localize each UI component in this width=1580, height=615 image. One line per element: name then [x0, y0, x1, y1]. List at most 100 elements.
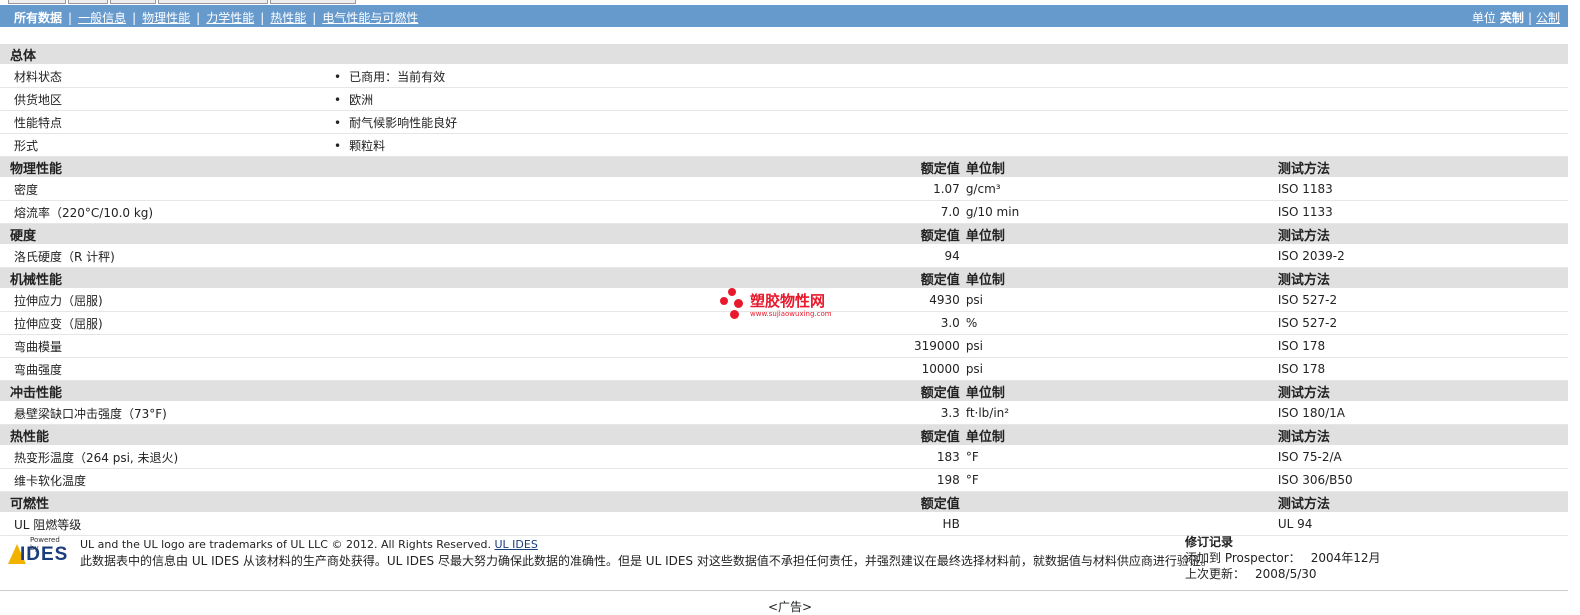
legal-notice: UL and the UL logo are trademarks of UL … [80, 538, 538, 551]
table-row: 弯曲模量 319000 psi ISO 178 [0, 334, 1568, 358]
col-header-unit: 单位制 [965, 380, 1278, 402]
section-header: 总体 [0, 44, 1568, 65]
col-header-method [1277, 44, 1568, 65]
table-row: 密度 1.07 g/cm³ ISO 1183 [0, 177, 1568, 201]
property-method: ISO 1133 [1277, 200, 1568, 224]
property-name: 弯曲模量 [0, 334, 334, 358]
ul-ides-link[interactable]: UL IDES [495, 538, 538, 551]
section-nav-bar: 所有数据 | 一般信息 | 物理性能 | 力学性能 | 热性能 | 电气性能与可燃性 单位 英制 | 公制 [0, 5, 1568, 27]
ides-logo: Powered by IDES [8, 536, 70, 566]
property-bullet-text: 已商用：当前有效 [349, 69, 446, 84]
table-row: 熔流率（220°C/10.0 kg) 7.0 g/10 min ISO 1133 [0, 200, 1568, 224]
added-label: 添加到 Prospector： [1185, 551, 1301, 565]
legal-text: UL and the UL logo are trademarks of UL … [80, 538, 491, 551]
property-value: 94 [914, 244, 966, 268]
property-unit: ft·lb/in² [965, 401, 1278, 425]
property-bullet-cell: • 耐气候影响性能良好 [334, 110, 1568, 134]
col-header-unit [965, 491, 1278, 513]
section-title: 硬度 [0, 223, 334, 245]
tab-stub[interactable] [68, 0, 108, 4]
row-spacer [334, 177, 914, 201]
bullet-icon: • [334, 92, 342, 107]
section-title: 物理性能 [0, 156, 334, 178]
property-bullet-cell: • 已商用：当前有效 [334, 64, 1568, 88]
section-header: 物理性能 额定值 单位制 测试方法 [0, 156, 1568, 178]
section-header: 可燃性 额定值 测试方法 [0, 491, 1568, 513]
unit-metric-link[interactable]: 公制 [1536, 11, 1560, 25]
row-spacer [334, 357, 914, 381]
tab-stub[interactable] [8, 0, 66, 4]
section-spacer [334, 223, 914, 245]
property-bullet-cell: • 颗粒料 [334, 133, 1568, 157]
col-header-value: 额定值 [914, 267, 966, 289]
nav-link-physical[interactable]: 物理性能 [142, 11, 190, 25]
section-header: 热性能 额定值 单位制 测试方法 [0, 424, 1568, 446]
section-header: 冲击性能 额定值 单位制 测试方法 [0, 380, 1568, 402]
property-method: ISO 178 [1277, 334, 1568, 358]
section-title: 可燃性 [0, 491, 334, 513]
section-spacer [334, 491, 914, 513]
property-value: 319000 [914, 334, 966, 358]
updated-label: 上次更新： [1185, 567, 1246, 581]
property-name: 材料状态 [0, 64, 334, 88]
col-header-method: 测试方法 [1277, 223, 1568, 245]
property-unit [965, 244, 1278, 268]
bullet-icon: • [334, 138, 342, 153]
property-name: 拉伸应变（屈服) [0, 311, 334, 335]
col-header-unit: 单位制 [965, 267, 1278, 289]
section-title: 冲击性能 [0, 380, 334, 402]
section-nav: 所有数据 | 一般信息 | 物理性能 | 力学性能 | 热性能 | 电气性能与可燃性 [14, 11, 419, 25]
table-row: 热变形温度（264 psi, 未退火) 183 °F ISO 75-2/A [0, 445, 1568, 469]
nav-link-general[interactable]: 一般信息 [78, 11, 126, 25]
disclaimer-text: 此数据表中的信息由 UL IDES 从该材料的生产商处获得。UL IDES 尽最… [80, 554, 1213, 568]
property-method: ISO 306/B50 [1277, 468, 1568, 492]
property-method: ISO 75-2/A [1277, 445, 1568, 469]
property-bullet-text: 颗粒料 [349, 138, 386, 153]
nav-link-mechanical[interactable]: 力学性能 [206, 11, 254, 25]
property-value: 3.0 [914, 311, 966, 335]
property-method: ISO 527-2 [1277, 288, 1568, 312]
revision-title: 修订记录 [1185, 535, 1234, 549]
col-header-value: 额定值 [914, 223, 966, 245]
property-name: 熔流率（220°C/10.0 kg) [0, 200, 334, 224]
nav-link-electrical[interactable]: 电气性能与可燃性 [322, 11, 418, 25]
property-value: 4930 [914, 288, 966, 312]
property-value: 1.07 [914, 177, 966, 201]
watermark-dot [734, 299, 743, 308]
property-name: 拉伸应力（屈服) [0, 288, 334, 312]
tab-stub[interactable] [270, 0, 356, 4]
property-name: 热变形温度（264 psi, 未退火) [0, 445, 334, 469]
tab-stub[interactable] [110, 0, 156, 4]
table-row: 材料状态 • 已商用：当前有效 [0, 64, 1568, 88]
revision-history: 修订记录 添加到 Prospector： 2004年12月 上次更新： 2008/5… [1185, 534, 1381, 582]
table-row: 悬壁梁缺口冲击强度（73°F) 3.3 ft·lb/in² ISO 180/1A [0, 401, 1568, 425]
property-method: ISO 527-2 [1277, 311, 1568, 335]
property-name: 维卡软化温度 [0, 468, 334, 492]
col-header-unit: 单位制 [965, 424, 1278, 446]
property-unit: % [965, 311, 1278, 335]
property-unit: psi [965, 288, 1278, 312]
row-spacer [334, 334, 914, 358]
property-unit: g/10 min [965, 200, 1278, 224]
unit-selected: 英制 [1499, 11, 1524, 25]
tab-stub[interactable] [158, 0, 268, 4]
col-header-method: 测试方法 [1277, 380, 1568, 402]
property-name: 供货地区 [0, 87, 334, 111]
col-header-unit: 单位制 [965, 223, 1278, 245]
col-header-value: 额定值 [914, 491, 966, 513]
nav-link-thermal[interactable]: 热性能 [270, 11, 306, 25]
watermark-dot [720, 297, 728, 305]
property-unit: °F [965, 445, 1278, 469]
table-row: 洛氏硬度（R 计秤) 94 ISO 2039-2 [0, 244, 1568, 268]
property-method: ISO 2039-2 [1277, 244, 1568, 268]
footer: Powered by IDES UL and the UL logo are t… [0, 528, 1568, 591]
property-method: ISO 180/1A [1277, 401, 1568, 425]
ad-label: <广告> [768, 600, 813, 614]
watermark: 塑胶物性网 www.sujiaowuxing.com [720, 288, 850, 324]
property-name: 性能特点 [0, 110, 334, 134]
nav-current: 所有数据 [14, 11, 63, 25]
col-header-method: 测试方法 [1277, 156, 1568, 178]
row-spacer [334, 401, 914, 425]
property-method: ISO 1183 [1277, 177, 1568, 201]
row-spacer [334, 244, 914, 268]
